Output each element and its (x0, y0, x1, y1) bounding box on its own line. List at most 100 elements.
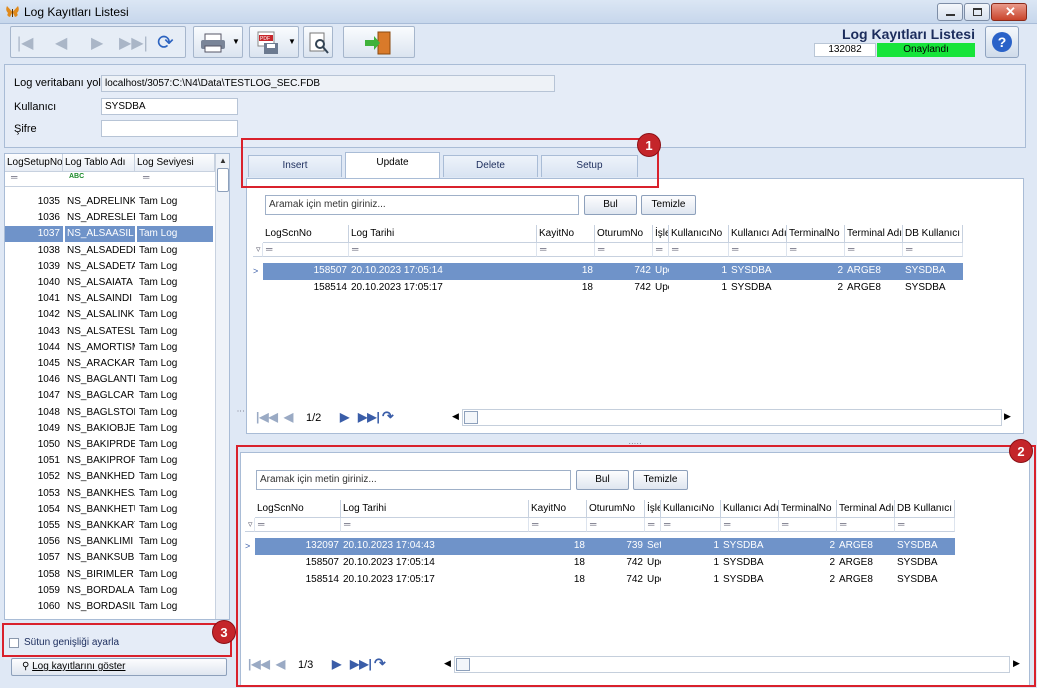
list-item[interactable]: 1059 NS_BORDALAN Tam Log (5, 583, 215, 599)
upper-clear-button[interactable]: Temizle (641, 195, 696, 215)
list-item[interactable]: 1041 NS_ALSAINDI Tam Log (5, 291, 215, 307)
filter-cell[interactable]: ═ (669, 243, 729, 257)
next-page-icon[interactable]: ▶ (340, 410, 349, 424)
db-path-field[interactable]: localhost/3057:C:\N4\Data\TESTLOG_SEC.FD… (101, 75, 555, 92)
list-item[interactable]: 1038 NS_ALSADEDE Tam Log (5, 243, 215, 259)
list-item[interactable]: 1043 NS_ALSATESL Tam Log (5, 324, 215, 340)
show-logs-button[interactable]: ⚲ Log kayıtlarını göster (11, 658, 227, 676)
next-record-icon[interactable]: ▶ (91, 33, 103, 53)
cell-logscnno: 158507 (313, 265, 347, 276)
last-page-icon[interactable]: ▶▶| (358, 410, 380, 424)
password-field[interactable] (101, 120, 238, 137)
column-header-db-kullanici[interactable]: DB Kullanıcı (903, 225, 963, 243)
column-header-oturumno[interactable]: OturumNo (595, 225, 653, 243)
column-header-terminal-adi[interactable]: Terminal Adı (845, 225, 903, 243)
refresh-icon[interactable]: ⟳ (157, 30, 174, 55)
list-item[interactable]: 1055 NS_BANKKART Tam Log (5, 518, 215, 534)
export-pdf-button[interactable]: PDF ▼ (249, 26, 299, 58)
cell-logsetupno: 1058 (37, 568, 60, 580)
list-item[interactable]: 1036 NS_ADRESLER Tam Log (5, 210, 215, 226)
filter-cell[interactable]: ═ (349, 243, 537, 257)
last-record-icon[interactable]: ▶▶| (119, 33, 148, 53)
filter-cell[interactable]: ═ (263, 243, 349, 257)
filter-cell[interactable]: ═ (729, 243, 787, 257)
db-path-label: Log veritabanı yolu (14, 77, 107, 89)
previous-record-icon[interactable]: ◀ (55, 33, 67, 53)
annotation-badge-3: 3 (212, 620, 236, 644)
filter-cell[interactable]: ═ (787, 243, 845, 257)
list-item[interactable]: 1040 NS_ALSAIATA Tam Log (5, 275, 215, 291)
filter-cell[interactable]: ═ (595, 243, 653, 257)
upper-find-button[interactable]: Bul (584, 195, 637, 215)
column-header-log-tarihi[interactable]: Log Tarihi (349, 225, 537, 243)
list-item[interactable]: 1044 NS_AMORTISM Tam Log (5, 340, 215, 356)
column-header-terminalno[interactable]: TerminalNo (787, 225, 845, 243)
horizontal-scrollbar[interactable] (462, 409, 1002, 426)
list-item[interactable]: 1052 NS_BANKHEDE Tam Log (5, 469, 215, 485)
list-item[interactable]: 1053 NS_BANKHESA Tam Log (5, 486, 215, 502)
refresh-page-icon[interactable]: ↷ (382, 408, 394, 425)
cell-logscnno: 158514 (313, 282, 347, 293)
help-button[interactable]: ? (985, 26, 1019, 58)
first-record-icon[interactable]: |◀ (17, 33, 33, 53)
list-item[interactable]: 1050 NS_BAKIPRDE Tam Log (5, 437, 215, 453)
user-field[interactable]: SYSDBA (101, 98, 238, 115)
cell-log-tablo-adi: NS_BAKIOBJE (67, 422, 135, 434)
exit-button[interactable] (343, 26, 415, 58)
filter-cell[interactable]: ═ (653, 243, 669, 257)
column-header-kayitno[interactable]: KayitNo (537, 225, 595, 243)
close-button[interactable]: ✕ (991, 3, 1027, 21)
list-item[interactable]: 1051 NS_BAKIPROF Tam Log (5, 453, 215, 469)
cell-log-tablo-adi: NS_ALSADETA (67, 260, 135, 272)
column-header-log-seviyesi[interactable]: Log Seviyesi (135, 154, 215, 172)
list-item[interactable]: 1042 NS_ALSALINK Tam Log (5, 307, 215, 323)
list-item[interactable]: 1039 NS_ALSADETA Tam Log (5, 259, 215, 275)
scroll-right-icon[interactable]: ▶ (1004, 411, 1011, 422)
page-indicator: 1/2 (306, 412, 322, 424)
scroll-thumb[interactable] (464, 411, 478, 424)
cell-logsetupno: 1049 (37, 422, 60, 434)
filter-cell[interactable]: ═ (845, 243, 903, 257)
list-item[interactable]: 1056 NS_BANKLIMI Tam Log (5, 534, 215, 550)
filter-cell[interactable]: ═ (903, 243, 963, 257)
maximize-button[interactable] (964, 3, 990, 21)
table-row[interactable]: 158514 20.10.2023 17:05:17 18 742 Upc 1 SYSDBA… (263, 280, 963, 297)
list-item[interactable]: 1058 NS_BIRIMLER Tam Log (5, 567, 215, 583)
list-item[interactable]: 1049 NS_BAKIOBJE Tam Log (5, 421, 215, 437)
list-item[interactable]: 1045 NS_ARACKART Tam Log (5, 356, 215, 372)
list-item[interactable]: 1057 NS_BANKSUBE Tam Log (5, 550, 215, 566)
column-header-kullanicino[interactable]: KullanıcıNo (669, 225, 729, 243)
list-item[interactable]: 1047 NS_BAGLCARI Tam Log (5, 388, 215, 404)
cell-log-tablo-adi: NS_ALSATESL (67, 325, 135, 337)
filter-cell[interactable]: ═ (537, 243, 595, 257)
column-header-isle[interactable]: İşle (653, 225, 669, 243)
list-item[interactable]: 1035 NS_ADRELINK Tam Log (5, 194, 215, 210)
list-item[interactable]: 1054 NS_BANKHETU Tam Log (5, 502, 215, 518)
upper-search-input[interactable]: Aramak için metin giriniz... (265, 195, 579, 215)
column-header-logsetupno[interactable]: LogSetupNo (5, 154, 63, 172)
minimize-button[interactable] (937, 3, 963, 21)
scroll-left-icon[interactable]: ◀ (452, 411, 459, 422)
cell-log-tablo-adi: NS_AMORTISM (67, 341, 135, 353)
cell-logsetupno: 1041 (37, 293, 60, 305)
column-header-log-tablo-adi[interactable]: Log Tablo Adı (63, 154, 135, 172)
scroll-up-icon[interactable]: ▲ (219, 156, 227, 165)
list-item[interactable]: 1046 NS_BAGLANTI Tam Log (5, 372, 215, 388)
list-item[interactable]: 1060 NS_BORDASIL Tam Log (5, 599, 215, 615)
cell-log-seviyesi: Tam Log (139, 584, 178, 596)
filter-row[interactable]: ═ ABC ═ (5, 172, 215, 187)
vertical-scrollbar[interactable]: ▲ (215, 154, 229, 619)
column-header-kullanici-adi[interactable]: Kullanıcı Adı (729, 225, 787, 243)
table-row[interactable]: 158507 20.10.2023 17:05:14 18 742 Upc 1 SYSDBA… (263, 263, 963, 280)
scroll-thumb[interactable] (217, 168, 229, 192)
column-header-logscnno[interactable]: LogScnNo (263, 225, 349, 243)
cell-log-tablo-adi: NS_BORDASIL (67, 601, 135, 612)
list-item[interactable]: 1048 NS_BAGLSTOK Tam Log (5, 405, 215, 421)
first-page-icon[interactable]: |◀◀ (256, 410, 278, 424)
print-button[interactable]: ▼ (193, 26, 243, 58)
cell-log-tablo-adi: NS_ADRESLER (67, 212, 135, 224)
preview-button[interactable] (303, 26, 333, 58)
filter-icon[interactable]: ▿ (253, 243, 263, 257)
previous-page-icon[interactable]: ◀ (284, 410, 293, 424)
list-item[interactable]: 1037 NS_ALSAASIL Tam Log (5, 226, 215, 243)
